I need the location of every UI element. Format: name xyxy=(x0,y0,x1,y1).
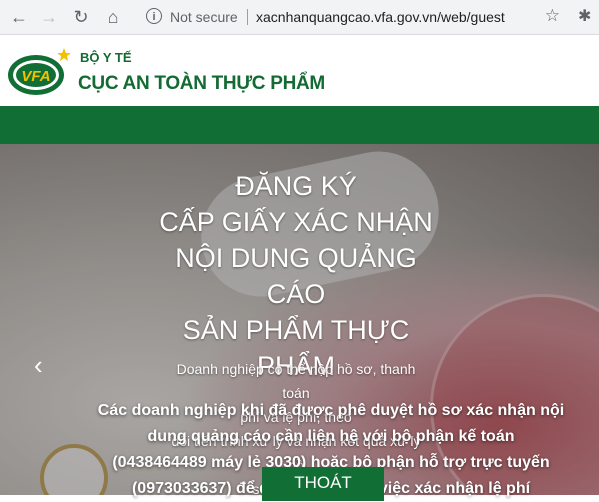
bookmark-star-icon[interactable]: ☆ xyxy=(545,6,560,26)
title-line: SẢN PHẨM THỰC xyxy=(182,315,410,345)
title-line: NỘI DUNG QUẢNG CÁO xyxy=(175,243,417,309)
logo-text: VFA xyxy=(21,68,50,85)
vfa-logo[interactable]: VFA xyxy=(6,45,72,97)
exit-button[interactable]: THOÁT xyxy=(262,467,384,501)
extensions-icon[interactable]: ✱ xyxy=(578,6,599,28)
notice-line: dung quảng cáo cần liên hệ với bộ phận k… xyxy=(147,428,515,445)
title-line: CẤP GIẤY XÁC NHẬN xyxy=(159,207,433,237)
hero-title: ĐĂNG KÝ CẤP GIẤY XÁC NHẬN NỘI DUNG QUẢNG… xyxy=(150,168,442,384)
notice-line: Các doanh nghiệp khi đã được phê duyệt h… xyxy=(97,402,565,419)
org-parent: BỘ Y TẾ xyxy=(80,50,132,65)
forward-icon[interactable]: → xyxy=(38,6,60,28)
back-icon[interactable]: ← xyxy=(8,6,30,28)
address-bar[interactable]: i Not secure xacnhanquangcao.vfa.gov.vn/… xyxy=(138,4,570,30)
nav-bar xyxy=(0,106,599,144)
divider xyxy=(247,9,248,25)
prev-slide-icon[interactable]: ‹ xyxy=(34,350,43,381)
title-line: ĐĂNG KÝ xyxy=(235,171,357,201)
site-header: VFA BỘ Y TẾ CỤC AN TOÀN THỰC PHẨM xyxy=(0,35,599,105)
org-name: CỤC AN TOÀN THỰC PHẨM xyxy=(78,73,325,94)
browser-toolbar: ← → ↻ ⌂ i Not secure xacnhanquangcao.vfa… xyxy=(0,0,599,35)
security-label: Not secure xyxy=(170,9,238,25)
reload-icon[interactable]: ↻ xyxy=(70,6,92,28)
home-icon[interactable]: ⌂ xyxy=(102,6,124,28)
info-icon[interactable]: i xyxy=(146,8,162,24)
url-text[interactable]: xacnhanquangcao.vfa.gov.vn/web/guest xyxy=(256,9,505,25)
